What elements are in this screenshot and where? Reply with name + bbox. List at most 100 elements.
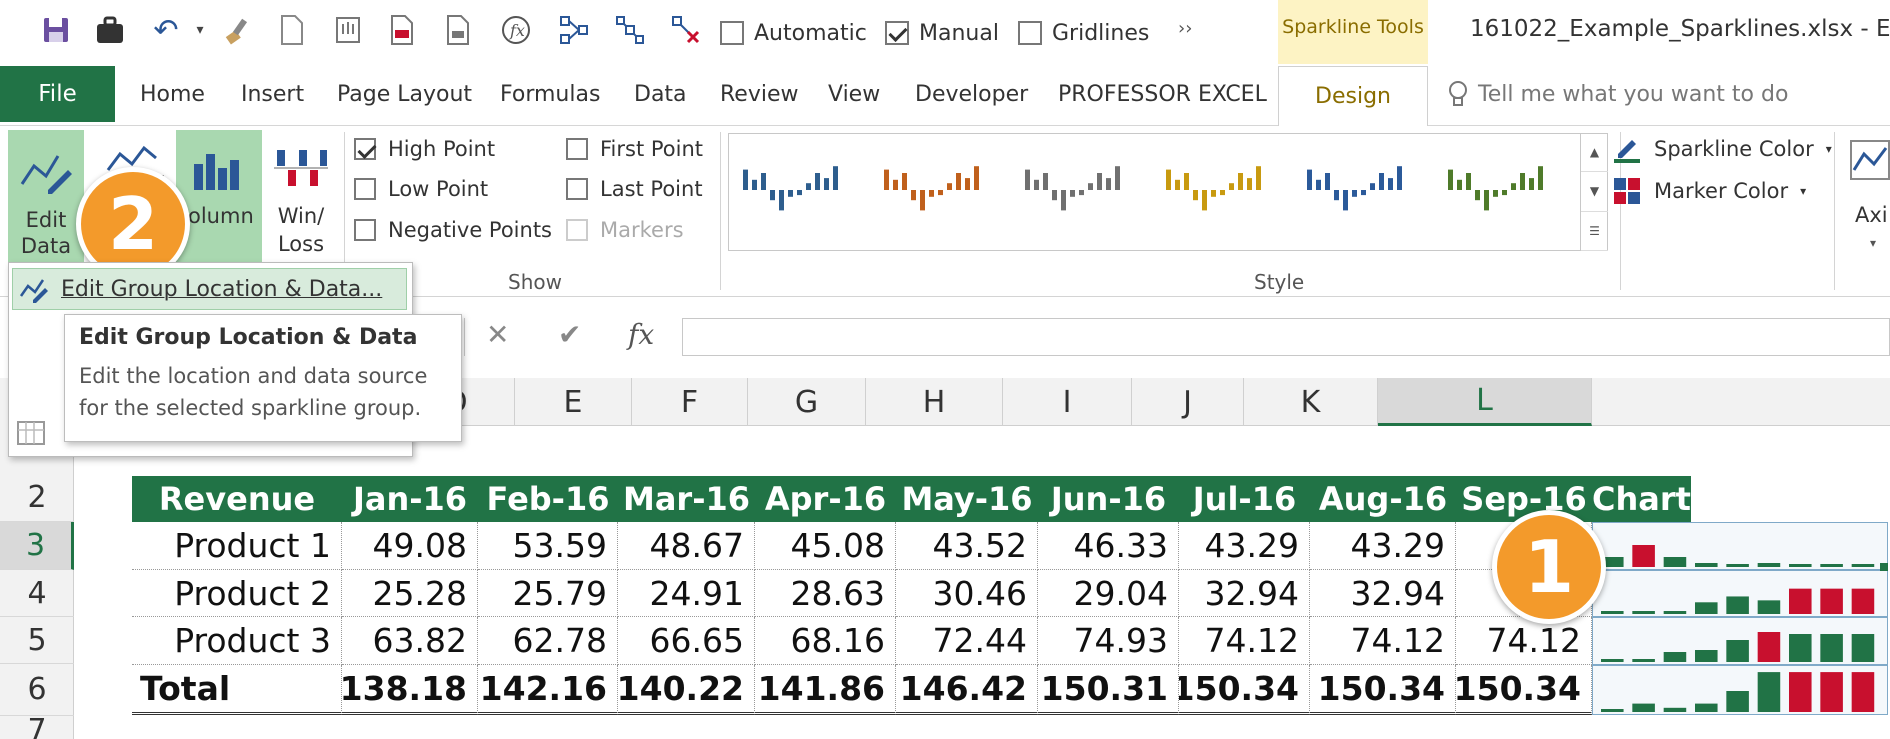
table-header-month[interactable]: Mar-16 [618,476,755,522]
tab-home[interactable]: Home [140,82,205,107]
column-header-g[interactable]: G [748,378,866,426]
column-type-button[interactable]: olumn [176,130,262,262]
value-cell[interactable]: 146.42 [896,665,1038,715]
sparkline-color-button[interactable]: Sparkline Color ▾ [1612,134,1832,164]
marker-color-button[interactable]: Marker Color ▾ [1612,176,1806,206]
value-cell[interactable]: 140.22 [618,665,755,715]
table-header-chart[interactable]: Chart [1592,476,1691,522]
row-label-cell[interactable]: Product 3 [132,617,342,665]
value-cell[interactable]: 72.44 [896,617,1038,665]
tab-file[interactable]: File [0,66,115,122]
document-link-icon[interactable] [274,12,310,48]
value-cell[interactable]: 25.79 [478,570,618,617]
save-icon[interactable] [38,12,74,48]
edit-single-sparkline-icon[interactable] [16,418,46,452]
column-header-i[interactable]: I [1003,378,1132,426]
undo-dropdown-icon[interactable]: ▾ [182,12,218,48]
attach-icon[interactable] [330,12,366,48]
tab-formulas[interactable]: Formulas [500,82,600,107]
table-header-month[interactable]: Jul-16 [1179,476,1310,522]
gallery-up-icon[interactable]: ▲ [1581,133,1608,173]
value-cell[interactable]: 43.52 [896,522,1038,570]
tab-data[interactable]: Data [634,82,687,107]
value-cell[interactable]: 74.12 [1179,617,1310,665]
gallery-more-icon[interactable]: ☰ [1581,212,1608,251]
tab-view[interactable]: View [828,82,880,107]
tab-insert[interactable]: Insert [241,82,304,107]
value-cell[interactable]: 24.91 [618,570,755,617]
value-cell[interactable]: 150.34 [1179,665,1310,715]
enter-icon[interactable]: ✔ [558,318,581,351]
undo-icon[interactable]: ↶ [148,12,184,48]
value-cell[interactable]: 63.82 [342,617,478,665]
row-label-cell[interactable]: Total [132,665,342,715]
column-header-h[interactable]: H [866,378,1003,426]
column-header-e[interactable]: E [515,378,632,426]
remove-arrows-icon[interactable] [668,12,704,48]
value-cell[interactable]: 43.29 [1179,522,1310,570]
last-point-checkbox[interactable]: Last Point [566,177,703,201]
row-header-2[interactable]: 2 [0,474,74,522]
formula-input[interactable] [682,318,1890,356]
row-label-cell[interactable]: Product 2 [132,570,342,617]
row-header-4[interactable]: 4 [0,570,74,617]
row-header-7[interactable]: 7 [0,713,74,739]
value-cell[interactable]: 32.94 [1310,570,1456,617]
table-header-month[interactable]: Feb-16 [478,476,618,522]
value-cell[interactable]: 53.59 [478,522,618,570]
value-cell[interactable]: 74.12 [1310,617,1456,665]
table-header-label[interactable]: Revenue [132,476,342,522]
first-point-checkbox[interactable]: First Point [566,137,703,161]
table-header-month[interactable]: May-16 [896,476,1038,522]
tell-me-search[interactable]: Tell me what you want to do [1448,80,1788,108]
value-cell[interactable]: 46.33 [1038,522,1179,570]
markers-checkbox[interactable]: Markers [566,218,684,242]
format-painter-icon[interactable] [220,12,256,48]
value-cell[interactable]: 74.12 [1456,617,1592,665]
row-header-6[interactable]: 6 [0,664,74,716]
value-cell[interactable]: 30.46 [896,570,1038,617]
value-cell[interactable]: 45.08 [755,522,896,570]
value-cell[interactable]: 62.78 [478,617,618,665]
table-header-month[interactable]: Jan-16 [342,476,478,522]
sparkline-cell[interactable] [1592,617,1888,665]
axis-label[interactable]: Axi [1855,203,1888,227]
value-cell[interactable]: 25.28 [342,570,478,617]
tab-page-layout[interactable]: Page Layout [337,82,472,107]
row-header-3[interactable]: 3 [0,522,74,570]
value-cell[interactable]: 29.04 [1038,570,1179,617]
gallery-down-icon[interactable]: ▼ [1581,172,1608,212]
value-cell[interactable]: 68.16 [755,617,896,665]
row-label-cell[interactable]: Product 1 [132,522,342,570]
column-header-l[interactable]: L [1378,378,1592,426]
tab-developer[interactable]: Developer [915,82,1028,107]
automatic-checkbox[interactable]: Automatic [720,20,867,46]
value-cell[interactable]: 150.34 [1456,665,1592,715]
value-cell[interactable]: 74.93 [1038,617,1179,665]
sparkline-cell[interactable] [1592,570,1888,617]
negative-points-checkbox[interactable]: Negative Points [354,218,552,242]
tab-design[interactable]: Design [1278,66,1428,126]
high-point-checkbox[interactable]: High Point [354,137,495,161]
tab-professor-excel[interactable]: PROFESSOR EXCEL [1058,82,1267,107]
value-cell[interactable]: 32.94 [1179,570,1310,617]
insert-function-icon[interactable]: fx [628,318,654,351]
edit-data-button[interactable]: Edit Data [8,130,84,262]
axis-dropdown-icon[interactable]: ▾ [1870,236,1876,250]
column-header-j[interactable]: J [1132,378,1244,426]
value-cell[interactable]: 43.29 [1310,522,1456,570]
gridlines-checkbox[interactable]: Gridlines [1018,20,1149,46]
sparkline-cell[interactable] [1592,665,1888,715]
function-icon[interactable]: fx [498,12,534,48]
pdf-export-icon[interactable] [384,12,420,48]
low-point-checkbox[interactable]: Low Point [354,177,488,201]
value-cell[interactable]: 48.67 [618,522,755,570]
briefcase-icon[interactable] [92,12,128,48]
sparkline-cell[interactable] [1592,522,1888,570]
table-header-month[interactable]: Jun-16 [1038,476,1179,522]
print-icon[interactable] [440,12,476,48]
qat-more-icon[interactable]: ›› [1178,18,1192,39]
row-header-5[interactable]: 5 [0,617,74,664]
edit-group-location-menu-item[interactable]: Edit Group Location & Data... [12,268,407,310]
cancel-icon[interactable]: ✕ [486,318,509,351]
